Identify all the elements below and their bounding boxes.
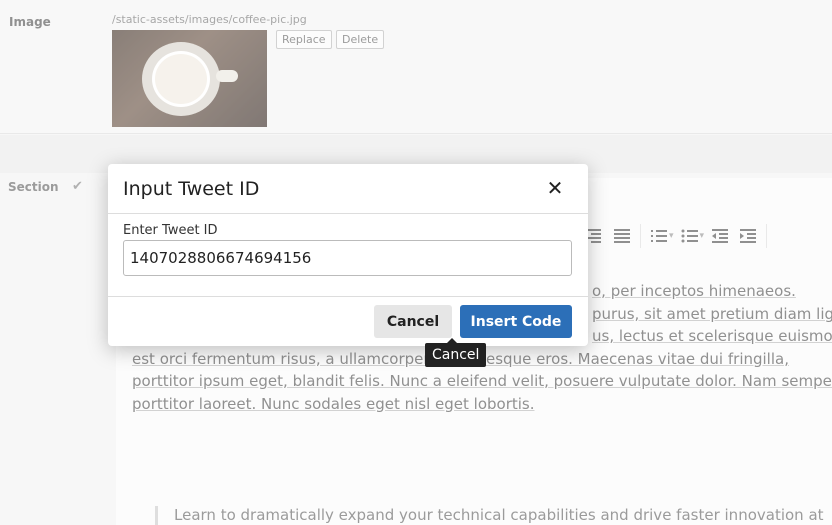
tweet-id-label: Enter Tweet ID (123, 223, 218, 238)
dialog-title: Input Tweet ID (123, 178, 260, 200)
tweet-id-input[interactable] (123, 240, 572, 276)
tweet-id-dialog: Input Tweet ID ✕ Enter Tweet ID Cancel I… (108, 164, 588, 346)
dialog-header-divider (108, 213, 588, 214)
close-icon[interactable]: ✕ (545, 178, 565, 198)
insert-code-button[interactable]: Insert Code (460, 305, 572, 338)
cancel-tooltip: Cancel (425, 338, 487, 367)
cancel-button[interactable]: Cancel (374, 305, 452, 338)
dialog-footer-divider (108, 296, 588, 297)
